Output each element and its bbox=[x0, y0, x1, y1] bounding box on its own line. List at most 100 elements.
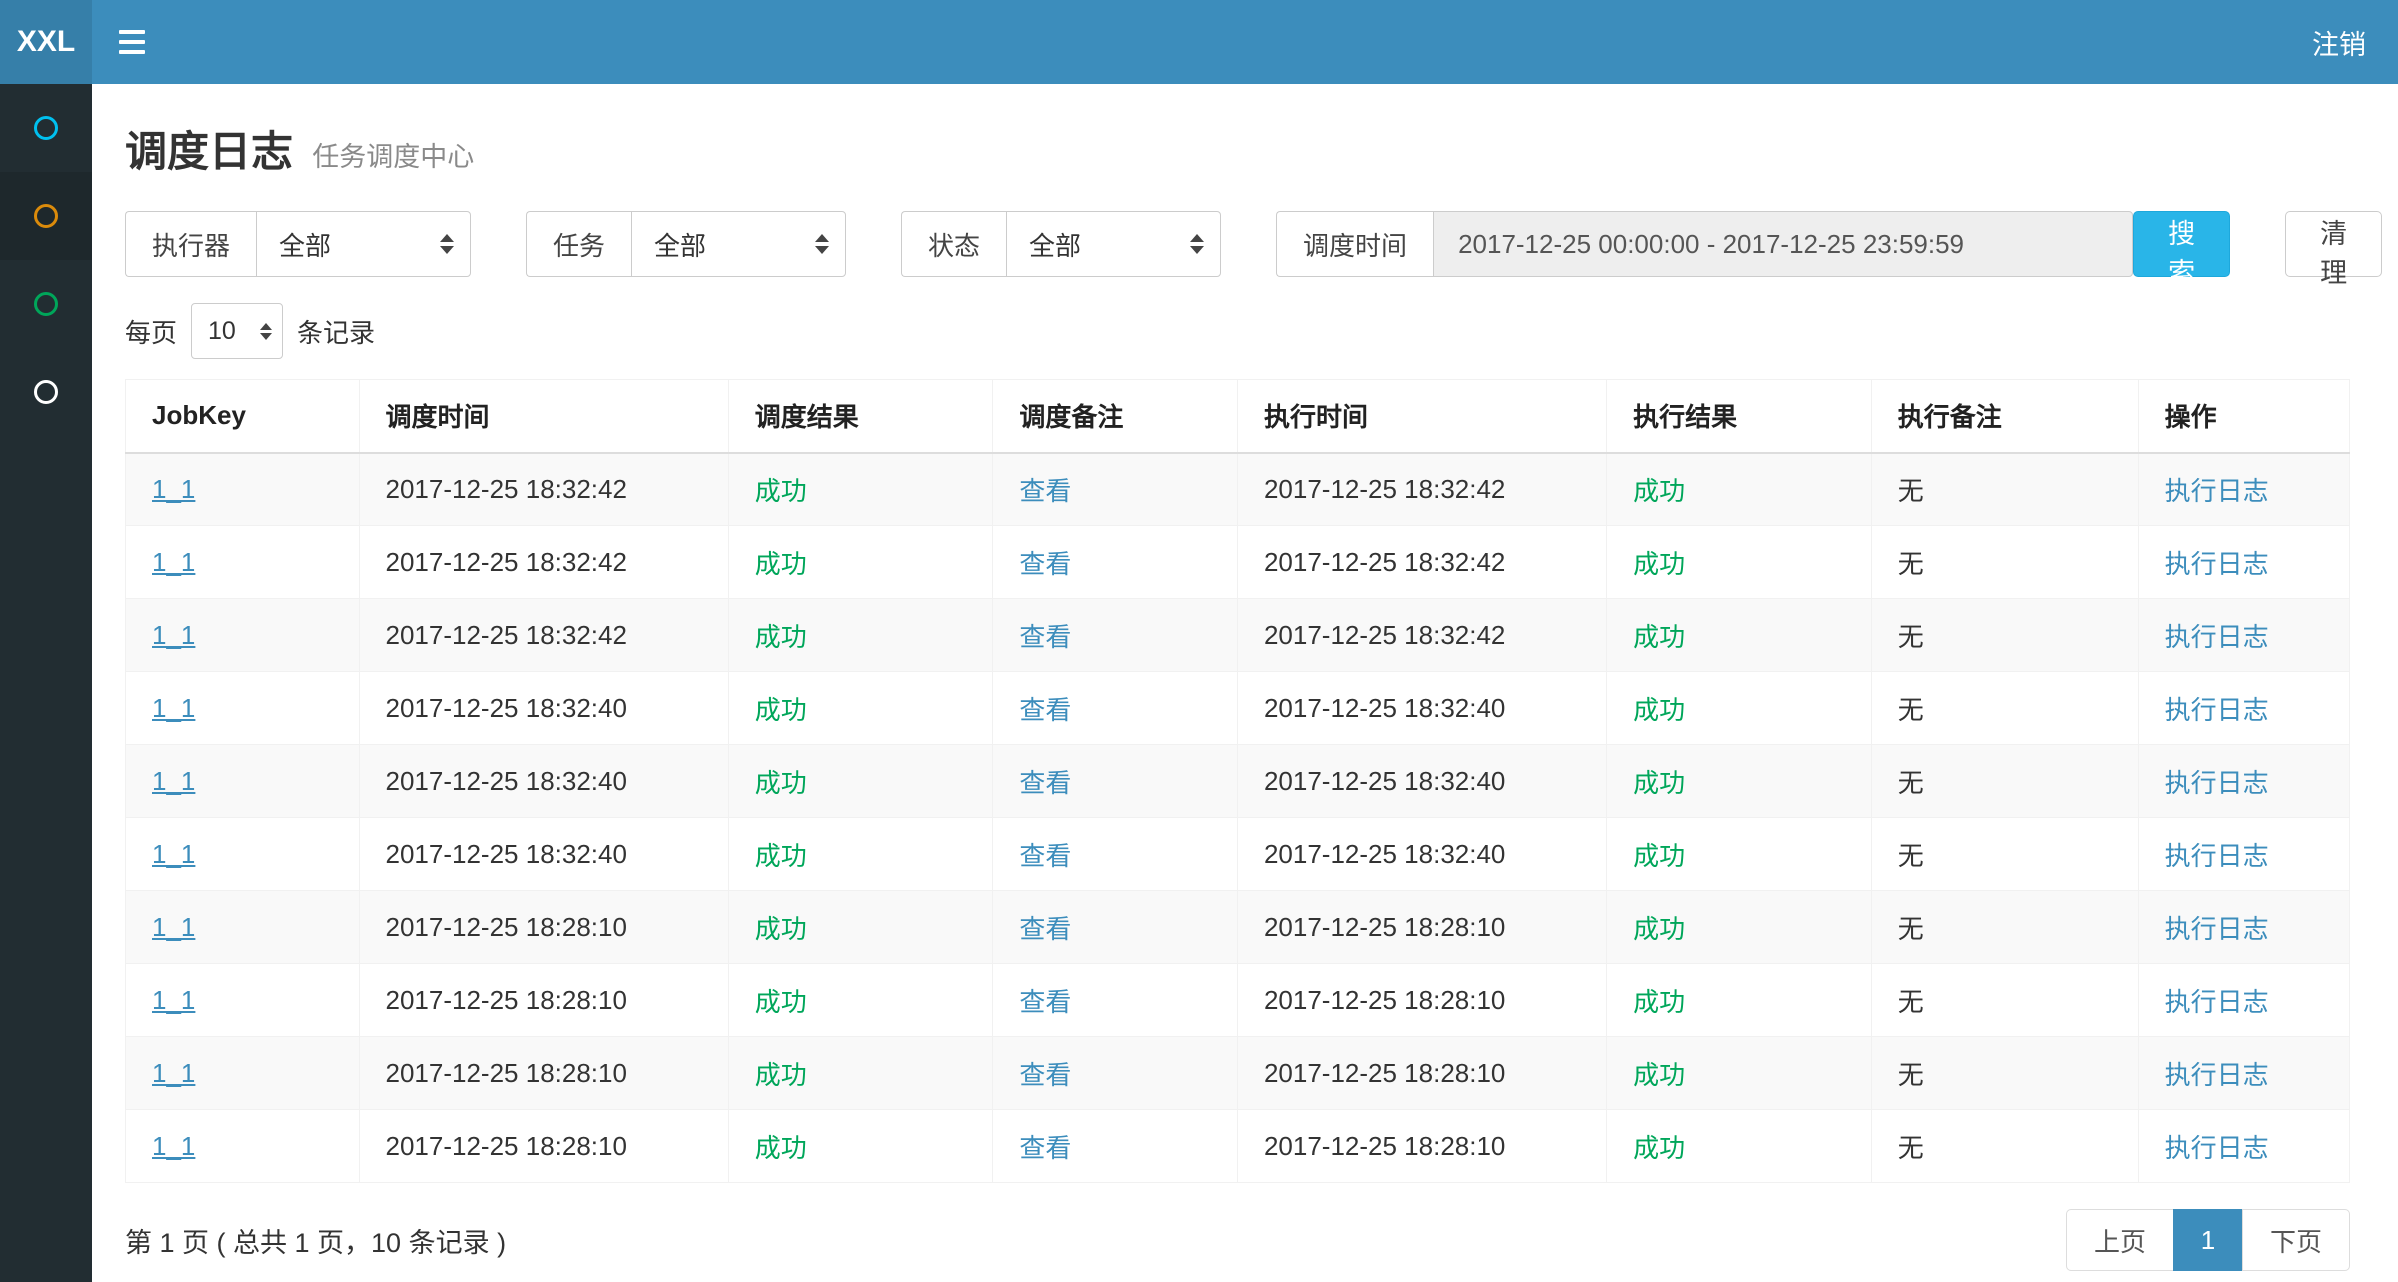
handle-result-cell: 成功 bbox=[1607, 1037, 1872, 1110]
jobkey-link[interactable]: 1_1 bbox=[152, 839, 195, 869]
exec-log-link[interactable]: 执行日志 bbox=[2165, 841, 2269, 871]
handle-result-cell: 成功 bbox=[1607, 1110, 1872, 1183]
search-button[interactable]: 搜索 bbox=[2133, 211, 2230, 277]
executor-filter-value: 全部 bbox=[279, 226, 331, 263]
exec-log-link[interactable]: 执行日志 bbox=[2165, 987, 2269, 1017]
trigger-msg-link[interactable]: 查看 bbox=[1019, 622, 1071, 652]
content-header: 调度日志 任务调度中心 bbox=[92, 84, 2398, 193]
trigger-time-cell: 2017-12-25 18:28:10 bbox=[359, 1110, 728, 1183]
page-size-suffix-label: 条记录 bbox=[297, 313, 375, 350]
status-filter-select[interactable]: 全部 bbox=[1006, 211, 1221, 277]
handle-time-cell: 2017-12-25 18:32:40 bbox=[1237, 745, 1606, 818]
logout-link[interactable]: 注销 bbox=[2280, 0, 2398, 84]
handle-time-cell: 2017-12-25 18:32:40 bbox=[1237, 672, 1606, 745]
page-size-prefix-label: 每页 bbox=[125, 313, 177, 350]
job-filter-select[interactable]: 全部 bbox=[631, 211, 846, 277]
exec-log-link[interactable]: 执行日志 bbox=[2165, 1060, 2269, 1090]
handle-msg-cell: 无 bbox=[1871, 526, 2138, 599]
handle-time-cell: 2017-12-25 18:28:10 bbox=[1237, 891, 1606, 964]
trigger-msg-link[interactable]: 查看 bbox=[1019, 768, 1071, 798]
exec-log-link[interactable]: 执行日志 bbox=[2165, 1133, 2269, 1163]
table-row: 1_12017-12-25 18:32:40成功查看2017-12-25 18:… bbox=[126, 818, 2350, 891]
jobkey-link[interactable]: 1_1 bbox=[152, 620, 195, 650]
exec-log-link[interactable]: 执行日志 bbox=[2165, 695, 2269, 725]
table-row: 1_12017-12-25 18:28:10成功查看2017-12-25 18:… bbox=[126, 1037, 2350, 1110]
page-size-value: 10 bbox=[208, 317, 236, 346]
status-filter-value: 全部 bbox=[1029, 226, 1081, 263]
pagination-prev-button[interactable]: 上页 bbox=[2066, 1209, 2174, 1271]
trigger-result-cell: 成功 bbox=[728, 599, 993, 672]
trigger-time-range-input[interactable] bbox=[1433, 211, 2133, 277]
status-filter-group: 状态 全部 bbox=[901, 211, 1221, 277]
jobkey-link[interactable]: 1_1 bbox=[152, 1058, 195, 1088]
header-trigger-result: 调度结果 bbox=[728, 380, 993, 453]
log-table: JobKey 调度时间 调度结果 调度备注 执行时间 执行结果 执行备注 操作 … bbox=[125, 379, 2350, 1183]
jobkey-link[interactable]: 1_1 bbox=[152, 474, 195, 504]
table-row: 1_12017-12-25 18:32:42成功查看2017-12-25 18:… bbox=[126, 599, 2350, 672]
sidebar-item-2[interactable] bbox=[0, 172, 92, 260]
trigger-msg-link[interactable]: 查看 bbox=[1019, 987, 1071, 1017]
trigger-time-cell: 2017-12-25 18:28:10 bbox=[359, 891, 728, 964]
table-row: 1_12017-12-25 18:32:40成功查看2017-12-25 18:… bbox=[126, 672, 2350, 745]
header-jobkey: JobKey bbox=[126, 380, 360, 453]
trigger-time-cell: 2017-12-25 18:32:42 bbox=[359, 526, 728, 599]
main-content: 调度日志 任务调度中心 执行器 全部 任务 全部 状态 全部 调度时 bbox=[92, 84, 2398, 1282]
jobkey-link[interactable]: 1_1 bbox=[152, 693, 195, 723]
pagination-next-button[interactable]: 下页 bbox=[2242, 1209, 2350, 1271]
page-size-select[interactable]: 10 bbox=[191, 303, 283, 359]
header-action: 操作 bbox=[2138, 380, 2349, 453]
header-handle-msg: 执行备注 bbox=[1871, 380, 2138, 453]
page-title: 调度日志 bbox=[125, 128, 293, 175]
trigger-result-cell: 成功 bbox=[728, 745, 993, 818]
handle-result-cell: 成功 bbox=[1607, 891, 1872, 964]
exec-log-link[interactable]: 执行日志 bbox=[2165, 549, 2269, 579]
sidebar-item-4[interactable] bbox=[0, 348, 92, 436]
handle-msg-cell: 无 bbox=[1871, 891, 2138, 964]
handle-result-cell: 成功 bbox=[1607, 964, 1872, 1037]
handle-time-cell: 2017-12-25 18:32:42 bbox=[1237, 453, 1606, 526]
pagination-page-1-button[interactable]: 1 bbox=[2173, 1209, 2243, 1271]
exec-log-link[interactable]: 执行日志 bbox=[2165, 622, 2269, 652]
trigger-result-cell: 成功 bbox=[728, 818, 993, 891]
handle-time-cell: 2017-12-25 18:32:42 bbox=[1237, 599, 1606, 672]
trigger-msg-link[interactable]: 查看 bbox=[1019, 914, 1071, 944]
filter-actions: 搜索 清理 bbox=[2133, 211, 2382, 277]
handle-result-cell: 成功 bbox=[1607, 672, 1872, 745]
header-handle-result: 执行结果 bbox=[1607, 380, 1872, 453]
page-subtitle: 任务调度中心 bbox=[312, 142, 474, 172]
select-arrows-icon bbox=[260, 323, 272, 340]
executor-filter-select[interactable]: 全部 bbox=[256, 211, 471, 277]
circle-icon bbox=[34, 204, 58, 228]
trigger-msg-link[interactable]: 查看 bbox=[1019, 841, 1071, 871]
jobkey-link[interactable]: 1_1 bbox=[152, 985, 195, 1015]
job-filter-value: 全部 bbox=[654, 226, 706, 263]
jobkey-link[interactable]: 1_1 bbox=[152, 766, 195, 796]
handle-time-cell: 2017-12-25 18:28:10 bbox=[1237, 1037, 1606, 1110]
header-handle-time: 执行时间 bbox=[1237, 380, 1606, 453]
app-logo[interactable]: XXL bbox=[0, 0, 92, 84]
job-filter-label: 任务 bbox=[526, 211, 631, 277]
trigger-time-cell: 2017-12-25 18:32:42 bbox=[359, 453, 728, 526]
sidebar-item-1[interactable] bbox=[0, 84, 92, 172]
sidebar-toggle-button[interactable] bbox=[92, 0, 172, 84]
trigger-msg-link[interactable]: 查看 bbox=[1019, 1060, 1071, 1090]
clear-button[interactable]: 清理 bbox=[2285, 211, 2382, 277]
exec-log-link[interactable]: 执行日志 bbox=[2165, 914, 2269, 944]
trigger-msg-link[interactable]: 查看 bbox=[1019, 695, 1071, 725]
trigger-msg-link[interactable]: 查看 bbox=[1019, 1133, 1071, 1163]
navbar-spacer bbox=[172, 0, 2280, 84]
trigger-msg-link[interactable]: 查看 bbox=[1019, 476, 1071, 506]
exec-log-link[interactable]: 执行日志 bbox=[2165, 476, 2269, 506]
top-navbar: XXL 注销 bbox=[0, 0, 2398, 84]
jobkey-link[interactable]: 1_1 bbox=[152, 912, 195, 942]
trigger-time-cell: 2017-12-25 18:32:40 bbox=[359, 672, 728, 745]
sidebar-item-3[interactable] bbox=[0, 260, 92, 348]
jobkey-link[interactable]: 1_1 bbox=[152, 547, 195, 577]
handle-msg-cell: 无 bbox=[1871, 1110, 2138, 1183]
handle-result-cell: 成功 bbox=[1607, 453, 1872, 526]
jobkey-link[interactable]: 1_1 bbox=[152, 1131, 195, 1161]
trigger-msg-link[interactable]: 查看 bbox=[1019, 549, 1071, 579]
sidebar-menu bbox=[0, 84, 92, 1282]
trigger-time-cell: 2017-12-25 18:32:40 bbox=[359, 745, 728, 818]
exec-log-link[interactable]: 执行日志 bbox=[2165, 768, 2269, 798]
